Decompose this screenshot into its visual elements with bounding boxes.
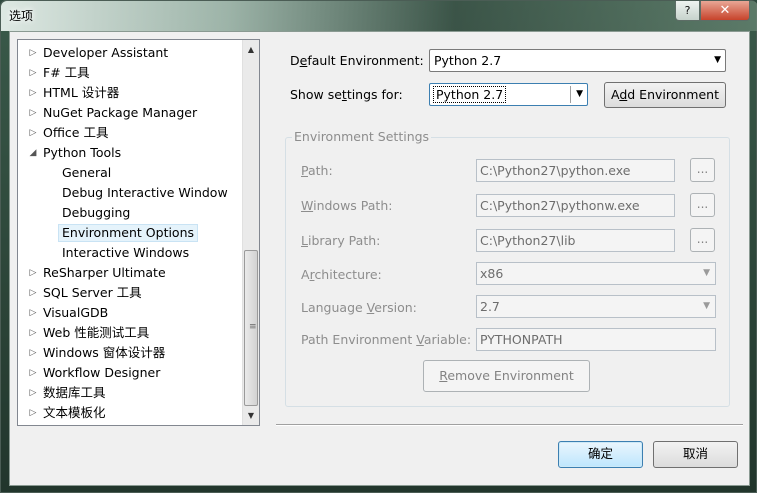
tree-collapsed-arrow-icon[interactable]: ▷ <box>28 264 38 282</box>
tree-collapsed-arrow-icon[interactable]: ▷ <box>28 64 38 82</box>
tree-item[interactable]: 数据库工具 <box>43 384 106 402</box>
show-settings-for-select[interactable]: Python 2.7 ▼ <box>429 83 588 106</box>
options-tree[interactable]: ▷ Developer Assistant ▷ F# 工具 ▷ HTML 设计器 ▷ NuGe… <box>17 39 260 426</box>
chevron-down-icon: ▼ <box>703 301 710 311</box>
tree-item[interactable]: Debug Interactive Window <box>62 184 228 202</box>
windows-path-label: Windows Path: <box>301 198 393 213</box>
tree-collapsed-arrow-icon[interactable]: ▷ <box>28 124 38 142</box>
architecture-select[interactable]: x86 ▼ <box>476 262 716 285</box>
tree-item[interactable]: Workflow Designer <box>43 364 160 382</box>
tree-collapsed-arrow-icon[interactable]: ▷ <box>28 364 38 382</box>
tree-item[interactable]: HTML 设计器 <box>43 84 119 102</box>
tree-item[interactable]: NuGet Package Manager <box>43 104 197 122</box>
tree-collapsed-arrow-icon[interactable]: ▷ <box>28 304 38 322</box>
windows-path-field[interactable]: C:\Python27\pythonw.exe <box>476 194 675 217</box>
default-environment-label: Default Environment: <box>290 53 424 68</box>
options-dialog-window: 选项 ? ✕ ▷ Developer Assistant ▷ F# 工具 ▷ HTML 设… <box>0 0 757 493</box>
language-version-select[interactable]: 2.7 ▼ <box>476 295 716 318</box>
tree-collapsed-arrow-icon[interactable]: ▷ <box>28 324 38 342</box>
tree-item[interactable]: SQL Server 工具 <box>43 284 142 302</box>
tree-item[interactable]: F# 工具 <box>43 64 90 82</box>
browse-windows-path-button[interactable]: ... <box>690 193 715 217</box>
default-environment-value: Python 2.7 <box>434 53 502 68</box>
tree-collapsed-arrow-icon[interactable]: ▷ <box>28 384 38 402</box>
tree-scrollbar[interactable]: ▲ ≡ ▼ <box>242 40 259 425</box>
architecture-value: x86 <box>480 266 504 281</box>
tree-item[interactable]: Debugging <box>62 204 130 222</box>
remove-environment-button[interactable]: Remove Environment <box>423 360 590 392</box>
path-env-variable-field[interactable]: PYTHONPATH <box>476 328 716 351</box>
window-title: 选项 <box>9 9 34 23</box>
chevron-down-icon: ▼ <box>714 55 721 65</box>
browse-path-button[interactable]: ... <box>690 158 715 182</box>
tree-item[interactable]: ReSharper Ultimate <box>43 264 166 282</box>
ok-button[interactable]: 确定 <box>558 441 643 468</box>
scroll-down-arrow-icon[interactable]: ▼ <box>243 408 259 424</box>
tree-collapsed-arrow-icon[interactable]: ▷ <box>28 344 38 362</box>
help-button[interactable]: ? <box>675 1 700 21</box>
language-version-label: Language Version: <box>301 300 417 315</box>
close-button[interactable]: ✕ <box>700 1 750 21</box>
scroll-thumb[interactable]: ≡ <box>244 250 258 406</box>
tree-item[interactable]: Windows 窗体设计器 <box>43 344 165 362</box>
add-environment-button[interactable]: Add Environment <box>604 82 726 108</box>
tree-item[interactable]: Environment Options <box>58 224 199 242</box>
show-settings-for-value: Python 2.7 <box>432 86 507 103</box>
language-version-value: 2.7 <box>480 299 500 314</box>
tree-item[interactable]: VisualGDB <box>43 304 108 322</box>
tree-collapsed-arrow-icon[interactable]: ▷ <box>28 404 38 422</box>
title-bar[interactable]: 选项 ? ✕ <box>1 1 757 31</box>
group-title: Environment Settings <box>292 129 432 144</box>
footer-separator <box>276 424 743 426</box>
library-path-field[interactable]: C:\Python27\lib <box>476 229 675 252</box>
grip-icon: ≡ <box>249 322 257 332</box>
path-env-variable-label: Path Environment Variable: <box>301 332 472 347</box>
chevron-down-icon: ▼ <box>576 89 583 99</box>
tree-collapsed-arrow-icon[interactable]: ▷ <box>28 84 38 102</box>
tree-item[interactable]: General <box>62 164 111 182</box>
default-environment-select[interactable]: Python 2.7 ▼ <box>429 49 726 72</box>
scroll-up-arrow-icon[interactable]: ▲ <box>243 42 259 58</box>
tree-item[interactable]: Office 工具 <box>43 124 108 142</box>
tree-item[interactable]: Python Tools <box>43 144 121 162</box>
dialog-client-area: ▷ Developer Assistant ▷ F# 工具 ▷ HTML 设计器 ▷ NuGe… <box>9 31 750 486</box>
help-icon: ? <box>684 4 691 17</box>
tree-collapsed-arrow-icon[interactable]: ▷ <box>28 104 38 122</box>
path-label: Path: <box>301 163 333 178</box>
tree-expanded-arrow-icon[interactable]: ◢ <box>28 144 38 162</box>
library-path-label: Library Path: <box>301 233 381 248</box>
path-field[interactable]: C:\Python27\python.exe <box>476 159 675 182</box>
architecture-label: Architecture: <box>301 267 382 282</box>
tree-item[interactable]: Interactive Windows <box>62 244 189 262</box>
tree-item[interactable]: Web 性能测试工具 <box>43 324 149 342</box>
tree-item[interactable]: 文本模板化 <box>43 404 106 422</box>
cancel-button[interactable]: 取消 <box>653 441 738 468</box>
show-settings-for-label: Show settings for: <box>290 87 403 102</box>
tree-item[interactable]: Developer Assistant <box>43 44 168 62</box>
browse-library-path-button[interactable]: ... <box>690 228 715 252</box>
close-icon: ✕ <box>719 3 731 18</box>
chevron-down-icon: ▼ <box>703 268 710 278</box>
tree-collapsed-arrow-icon[interactable]: ▷ <box>28 44 38 62</box>
combo-divider <box>570 86 571 103</box>
tree-collapsed-arrow-icon[interactable]: ▷ <box>28 284 38 302</box>
